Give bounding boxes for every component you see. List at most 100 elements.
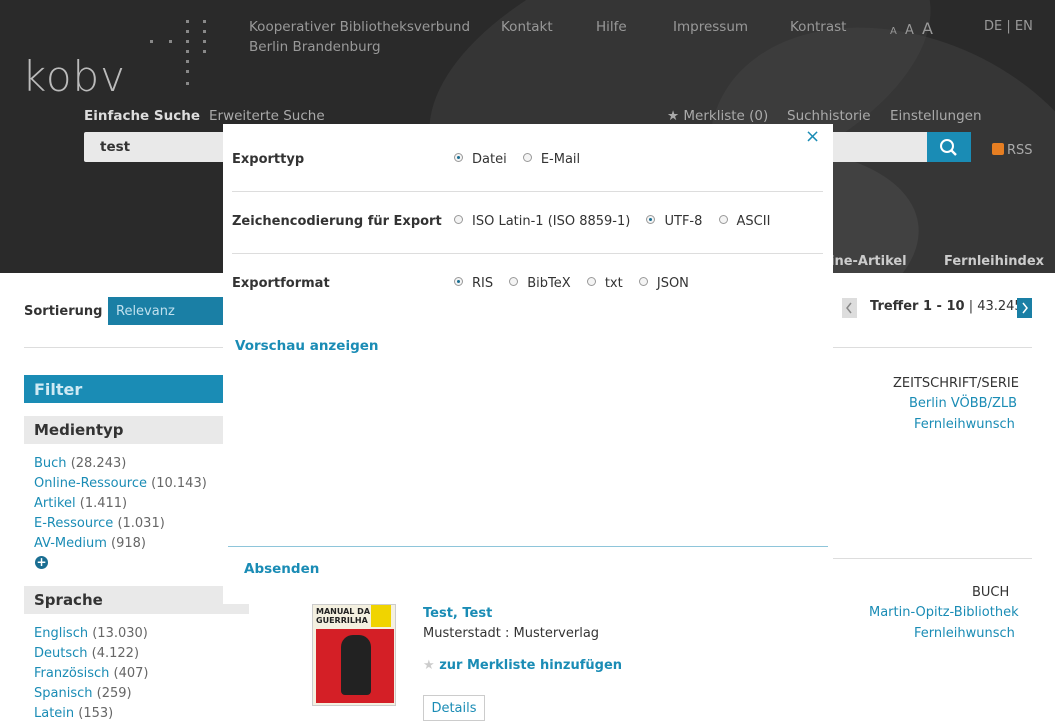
- facet-item-label[interactable]: Online-Ressource: [34, 476, 147, 491]
- facet-item[interactable]: Online-Ressource (10.143): [34, 476, 207, 491]
- star-icon: ★: [423, 658, 435, 673]
- nav-impressum[interactable]: Impressum: [673, 19, 748, 35]
- radio-unchecked-icon[interactable]: [509, 277, 519, 286]
- organization-name: Kooperativer Bibliotheksverbund Berlin B…: [249, 17, 470, 57]
- facet-item-count: (10.143): [151, 476, 207, 491]
- radio-unchecked-icon[interactable]: [522, 153, 532, 162]
- result-type: ZEITSCHRIFT/SERIE: [893, 376, 1019, 391]
- nav-kontakt[interactable]: Kontakt: [501, 19, 553, 35]
- radio-unchecked-icon[interactable]: [586, 277, 596, 286]
- facet-item-label[interactable]: Latein: [34, 706, 74, 721]
- search-button[interactable]: [927, 132, 971, 162]
- prev-page-icon[interactable]: [842, 298, 857, 318]
- sort-select[interactable]: Relevanz: [108, 297, 238, 325]
- facet-item-label[interactable]: E-Ressource: [34, 516, 113, 531]
- facet-item-label[interactable]: Buch: [34, 456, 67, 471]
- radio-txt[interactable]: txt: [586, 276, 623, 291]
- facet-item[interactable]: Latein (153): [34, 706, 113, 721]
- facet-item[interactable]: Buch (28.243): [34, 456, 126, 471]
- logo-dots-icon: [150, 20, 210, 92]
- details-button[interactable]: Details: [423, 695, 485, 721]
- facet-item[interactable]: Englisch (13.030): [34, 626, 148, 641]
- radio-datei[interactable]: Datei: [454, 152, 507, 167]
- close-icon[interactable]: ×: [805, 128, 820, 146]
- nav-kontrast[interactable]: Kontrast: [790, 19, 846, 35]
- radio-bibtex[interactable]: BibTeX: [509, 276, 571, 291]
- kobv-logo[interactable]: kobv: [22, 52, 126, 101]
- radio-checked-icon[interactable]: [454, 153, 463, 162]
- language-switcher: DE | EN: [984, 19, 1033, 34]
- result-library-link[interactable]: Berlin VÖBB/ZLB: [909, 396, 1017, 411]
- tab-online-artikel[interactable]: ine-Artikel: [830, 254, 907, 269]
- hits-range: Treffer 1 - 10: [870, 299, 965, 314]
- tab-fernleihindex[interactable]: Fernleihindex: [944, 254, 1044, 269]
- exporttyp-label: Exporttyp: [232, 152, 305, 167]
- modal-divider: [232, 191, 823, 192]
- add-to-merkliste-link[interactable]: ★ zur Merkliste hinzufügen: [423, 658, 622, 673]
- font-size-large[interactable]: A: [922, 19, 933, 38]
- einstellungen-link[interactable]: Einstellungen: [890, 108, 982, 124]
- radio-unchecked-icon[interactable]: [718, 215, 728, 224]
- radio-label: txt: [604, 276, 623, 291]
- nav-hilfe[interactable]: Hilfe: [596, 19, 627, 35]
- facet-item[interactable]: AV-Medium (918): [34, 536, 146, 551]
- facet-item[interactable]: Deutsch (4.122): [34, 646, 139, 661]
- result-library-link[interactable]: Martin-Opitz-Bibliothek: [869, 605, 1019, 620]
- font-size-small[interactable]: A: [890, 26, 897, 37]
- font-size-medium[interactable]: A: [905, 23, 914, 38]
- radio-label: RIS: [472, 276, 494, 291]
- result-type: BUCH: [972, 585, 1010, 600]
- facet-sprache-header[interactable]: Sprache: [24, 586, 249, 614]
- radio-label: E-Mail: [540, 152, 581, 167]
- lang-en[interactable]: EN: [1015, 19, 1033, 34]
- radio-label: UTF-8: [664, 214, 703, 229]
- tab-simple-search[interactable]: Einfache Suche: [84, 108, 200, 124]
- radio-ascii[interactable]: ASCII: [718, 214, 770, 229]
- search-input-value: test: [100, 139, 131, 155]
- facet-item-label[interactable]: AV-Medium: [34, 536, 107, 551]
- facet-item-count: (1.031): [117, 516, 165, 531]
- facet-item-label[interactable]: Spanisch: [34, 686, 92, 701]
- fernleihwunsch-link[interactable]: Fernleihwunsch: [914, 417, 1015, 432]
- result-author-link[interactable]: Test: [423, 606, 453, 621]
- radio-checked-icon[interactable]: [454, 277, 463, 286]
- preview-link[interactable]: Vorschau anzeigen: [235, 338, 379, 354]
- facet-item-label[interactable]: Deutsch: [34, 646, 88, 661]
- facet-medientyp-header[interactable]: Medientyp: [24, 416, 249, 444]
- facet-item-count: (153): [78, 706, 114, 721]
- radio-unchecked-icon[interactable]: [638, 277, 648, 286]
- fernleihwunsch-link[interactable]: Fernleihwunsch: [914, 626, 1015, 641]
- radio-utf8[interactable]: UTF-8: [646, 214, 702, 229]
- facet-item[interactable]: Französisch (407): [34, 666, 149, 681]
- next-page-icon[interactable]: [1017, 298, 1032, 318]
- radio-json[interactable]: JSON: [638, 276, 689, 291]
- facet-item[interactable]: Spanisch (259): [34, 686, 132, 701]
- facet-item-label[interactable]: Französisch: [34, 666, 109, 681]
- facet-item-label[interactable]: Englisch: [34, 626, 88, 641]
- lang-de[interactable]: DE: [984, 19, 1002, 34]
- facet-item[interactable]: E-Ressource (1.031): [34, 516, 165, 531]
- radio-iso-latin1[interactable]: ISO Latin-1 (ISO 8859-1): [454, 214, 630, 229]
- radio-ris[interactable]: RIS: [454, 276, 493, 291]
- radio-label: ISO Latin-1 (ISO 8859-1): [472, 214, 631, 229]
- merkliste-link[interactable]: ★ Merkliste (0): [667, 108, 768, 124]
- facet-item-label[interactable]: Artikel: [34, 496, 76, 511]
- rss-link[interactable]: RSS: [992, 143, 1033, 158]
- facet-item-count: (13.030): [92, 626, 148, 641]
- sort-label: Sortierung: [24, 304, 103, 319]
- modal-divider: [232, 253, 823, 254]
- radio-label: Datei: [472, 152, 507, 167]
- filter-header: Filter: [24, 375, 249, 403]
- radio-label: BibTeX: [527, 276, 571, 291]
- radio-checked-icon[interactable]: [646, 215, 656, 224]
- radio-unchecked-icon[interactable]: [454, 215, 463, 224]
- facet-item[interactable]: Artikel (1.411): [34, 496, 127, 511]
- radio-email[interactable]: E-Mail: [522, 152, 581, 167]
- submit-button[interactable]: Absenden: [244, 561, 319, 577]
- tab-advanced-search[interactable]: Erweiterte Suche: [209, 108, 325, 124]
- result-title[interactable]: Test, Test: [423, 606, 492, 621]
- expand-plus-icon[interactable]: +: [35, 556, 48, 569]
- suchhistorie-link[interactable]: Suchhistorie: [787, 108, 871, 124]
- result-title-link[interactable]: Test: [462, 606, 492, 621]
- book-cover-image[interactable]: MANUAL DA GUERRILHA: [312, 604, 396, 706]
